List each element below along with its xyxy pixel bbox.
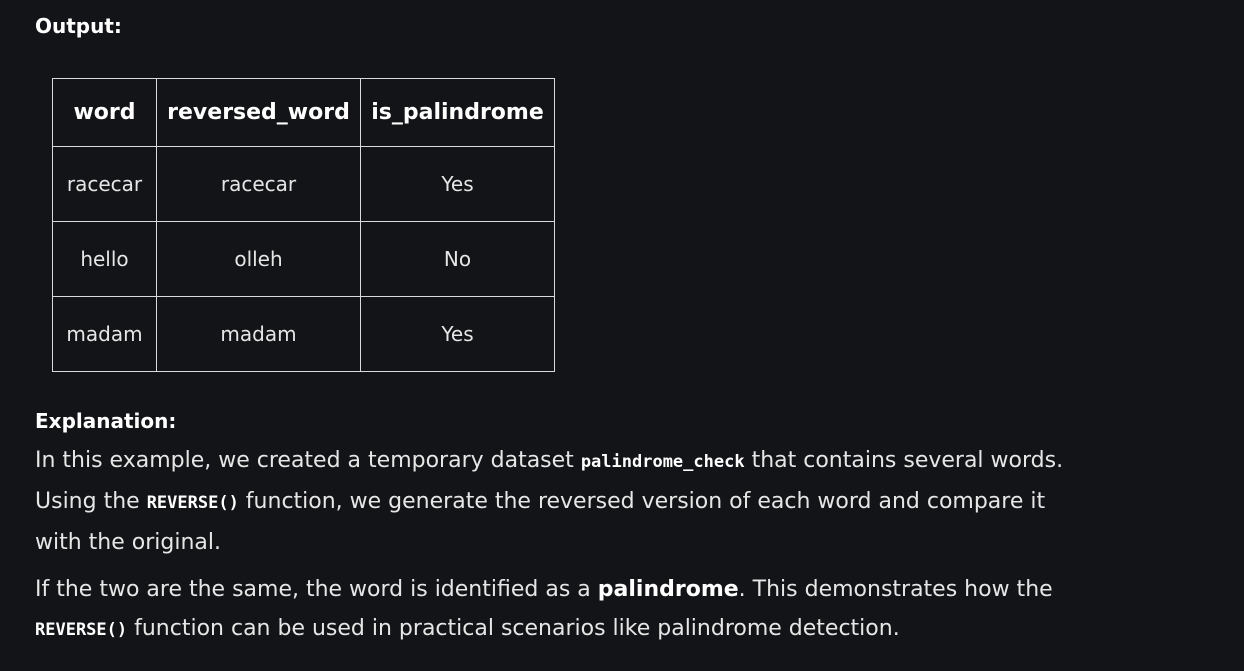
cell-word: racecar	[52, 146, 157, 222]
cell-is-palindrome: No	[360, 221, 555, 297]
text-run: function can be used in practical scenar…	[127, 616, 900, 641]
text-run: If the two are the same, the word is ide…	[35, 577, 598, 602]
table-header-row: word reversed_word is_palindrome	[52, 78, 555, 147]
explanation-heading: Explanation:	[35, 409, 177, 433]
text-run: . This demonstrates how the	[738, 577, 1053, 602]
summary-paragraph: If the two are the same, the word is ide…	[35, 570, 1095, 650]
article-content: Output: word reversed_word is_palindrome…	[0, 0, 1244, 671]
output-heading: Output:	[35, 14, 122, 38]
table-row: hello olleh No	[52, 221, 555, 297]
explanation-paragraph: In this example, we created a temporary …	[35, 441, 1095, 562]
inline-code: REVERSE()	[146, 493, 239, 513]
cell-is-palindrome: Yes	[360, 146, 555, 222]
header-reversed-word: reversed_word	[156, 78, 361, 147]
text-run: In this example, we created a temporary …	[35, 448, 581, 473]
header-is-palindrome: is_palindrome	[360, 78, 555, 147]
table-row: madam madam Yes	[52, 296, 555, 372]
header-word: word	[52, 78, 157, 147]
cell-word: hello	[52, 221, 157, 297]
cell-reversed-word: racecar	[156, 146, 361, 222]
cell-reversed-word: madam	[156, 296, 361, 372]
table-row: racecar racecar Yes	[52, 146, 555, 222]
inline-code: REVERSE()	[35, 620, 128, 640]
cell-is-palindrome: Yes	[360, 296, 555, 372]
cell-reversed-word: olleh	[156, 221, 361, 297]
bold-term: palindrome	[597, 577, 739, 602]
inline-code: palindrome_check	[580, 452, 745, 472]
output-table: word reversed_word is_palindrome racecar…	[52, 78, 555, 372]
cell-word: madam	[52, 296, 157, 372]
